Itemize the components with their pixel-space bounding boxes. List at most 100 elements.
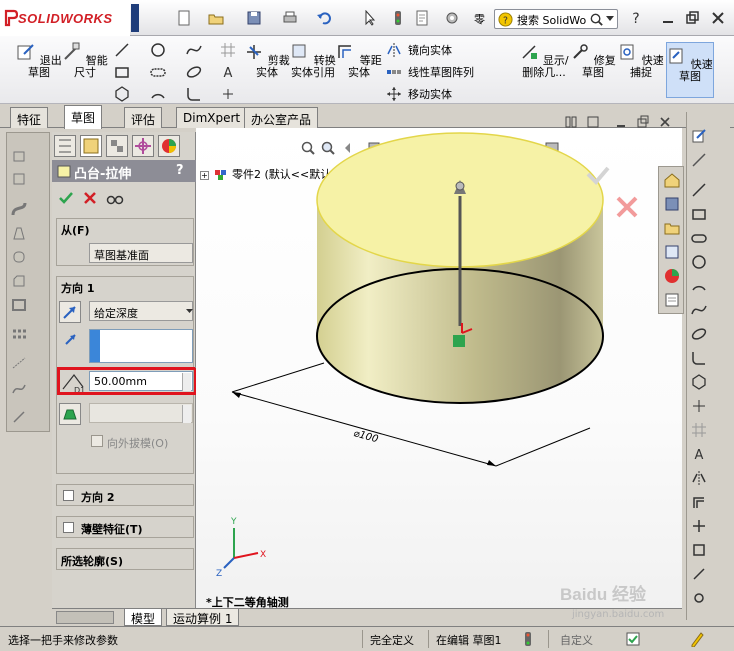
print-icon[interactable] (282, 10, 298, 26)
grid-icon[interactable] (220, 42, 236, 58)
instant3d-icon[interactable] (11, 409, 27, 425)
smart-dimension-button[interactable]: 智能尺寸 (62, 42, 108, 79)
property-manager-tab[interactable] (80, 135, 102, 157)
circle-icon[interactable] (150, 42, 166, 58)
polygon-icon[interactable] (114, 86, 130, 102)
exit-sketch-button[interactable]: 退出草图 (16, 42, 62, 79)
rt-mirror-icon[interactable] (691, 470, 707, 486)
rt-grid-icon[interactable] (691, 422, 707, 438)
rt-text-icon[interactable]: A (691, 446, 707, 462)
drag-handle[interactable] (455, 181, 465, 191)
draft-angle-input[interactable] (89, 403, 193, 423)
custom-properties-icon[interactable] (663, 291, 681, 309)
select-arrow-icon[interactable] (362, 10, 378, 26)
from-select[interactable]: 草图基准面 (89, 243, 193, 263)
reference-geometry-icon[interactable] (11, 355, 27, 371)
status-notes-icon[interactable] (690, 631, 704, 647)
rt-trim-icon[interactable] (691, 518, 707, 534)
options-gear-icon[interactable] (444, 10, 460, 26)
rectangle-icon[interactable] (114, 64, 130, 80)
thin-feature-header[interactable]: 薄壁特征(T) (81, 521, 143, 537)
rt-circle-icon[interactable] (691, 254, 707, 270)
extrude-boss-icon[interactable] (11, 147, 27, 163)
draft-spinner[interactable] (182, 405, 191, 423)
selected-contours-header[interactable]: 所选轮廓(S) (61, 553, 123, 569)
tab-evaluate[interactable]: 评估 (124, 107, 163, 128)
view-palette-icon[interactable] (663, 243, 681, 261)
rt-snap-icon[interactable] (691, 590, 707, 606)
display-manager-tab[interactable] (158, 135, 180, 157)
file-explorer-icon[interactable] (663, 219, 681, 237)
draft-outward-checkbox[interactable] (91, 435, 103, 447)
draft-toggle-button[interactable] (59, 403, 81, 425)
line-icon[interactable] (114, 42, 130, 58)
pattern-icon[interactable] (11, 327, 27, 343)
file-properties-icon[interactable] (414, 10, 430, 26)
end-condition-select[interactable]: 给定深度 (89, 301, 193, 321)
dimension-text[interactable]: ⌀100 (352, 428, 379, 445)
close-icon[interactable] (710, 10, 726, 26)
minimize-icon[interactable] (660, 10, 676, 26)
new-document-icon[interactable] (176, 10, 192, 26)
tab-office-products[interactable]: 办公室产品 (244, 107, 319, 128)
offset-entities-button[interactable]: 等距实体 (336, 42, 382, 79)
feature-manager-tab[interactable] (54, 135, 76, 157)
ok-check-icon[interactable] (58, 190, 74, 206)
fillet-icon[interactable] (186, 86, 202, 102)
doc-minimize-icon[interactable] (614, 115, 628, 129)
repair-sketch-button[interactable]: 修复草图 (570, 42, 616, 79)
text-icon[interactable]: A (220, 64, 236, 80)
undo-icon[interactable] (316, 10, 332, 26)
doc-tile-button-icon[interactable] (564, 115, 578, 129)
rt-convert-icon[interactable] (691, 542, 707, 558)
doc-restore-icon[interactable] (636, 115, 650, 129)
rt-rectangle-icon[interactable] (691, 206, 707, 222)
display-delete-relations-button[interactable]: 显示/删除几... (518, 42, 570, 79)
curves-icon[interactable] (11, 381, 27, 397)
tab-features[interactable]: 特征 (10, 107, 49, 128)
rapid-sketch-button[interactable]: 快速草图 (666, 42, 714, 98)
dimxpert-manager-tab[interactable] (132, 135, 154, 157)
rt-ellipse-icon[interactable] (691, 326, 707, 342)
doc-close-icon[interactable] (658, 115, 672, 129)
tab-dimxpert[interactable]: DimXpert (176, 107, 248, 128)
rt-offset-icon[interactable] (691, 494, 707, 510)
slot-icon[interactable] (150, 64, 166, 80)
sketch-icon[interactable] (691, 128, 707, 144)
move-entities-label[interactable]: 移动实体 (408, 86, 452, 102)
search-dropdown-icon[interactable] (606, 16, 615, 22)
tab-scroll-buttons[interactable] (56, 611, 114, 624)
loft-icon[interactable] (11, 225, 27, 241)
fillet-feature-icon[interactable] (11, 249, 27, 265)
thin-feature-checkbox[interactable] (63, 522, 74, 533)
traffic-light-icon[interactable] (390, 10, 406, 26)
rt-polygon-icon[interactable] (691, 374, 707, 390)
rt-relations-icon[interactable] (691, 566, 707, 582)
direction1-header[interactable]: 方向 1 (57, 277, 193, 297)
cancel-x-icon[interactable] (82, 190, 98, 206)
quick-snaps-button[interactable]: 快速捕捉 (618, 42, 664, 79)
rt-spline-icon[interactable] (691, 302, 707, 318)
help-icon[interactable]: ? (628, 10, 644, 26)
chamfer-icon[interactable] (11, 273, 27, 289)
direction2-header[interactable]: 方向 2 (81, 489, 114, 505)
arc-icon[interactable] (150, 86, 166, 102)
pm-help-button[interactable]: ? (176, 163, 184, 178)
configuration-manager-tab[interactable] (106, 135, 128, 157)
ellipse-icon[interactable] (186, 64, 202, 80)
sweep-icon[interactable] (11, 201, 27, 217)
direction-reference-field[interactable] (89, 329, 193, 363)
shell-icon[interactable] (11, 297, 27, 313)
restore-icon[interactable] (684, 10, 700, 26)
home-icon[interactable] (663, 171, 681, 189)
rebuild-status-icon[interactable] (522, 631, 534, 647)
mirror-entities-icon[interactable] (386, 42, 402, 58)
design-library-icon[interactable] (663, 195, 681, 213)
dimension-icon[interactable] (691, 152, 707, 168)
rt-line-icon[interactable] (691, 182, 707, 198)
rt-fillet-icon[interactable] (691, 350, 707, 366)
linear-pattern-label[interactable]: 线性草图阵列 (408, 64, 474, 80)
search-icon[interactable] (589, 12, 604, 27)
convert-entities-button[interactable]: 转换实体引用 (290, 42, 336, 79)
rt-slot-icon[interactable] (691, 230, 707, 246)
